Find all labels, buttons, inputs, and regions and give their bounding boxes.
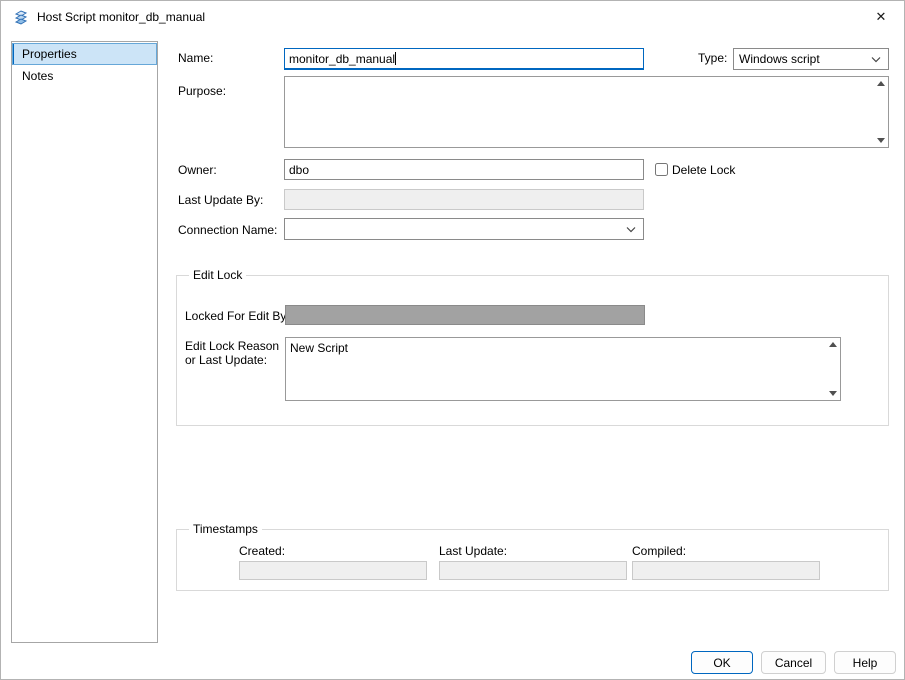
compiled-input bbox=[632, 561, 820, 580]
created-input bbox=[239, 561, 427, 580]
scroll-down-icon[interactable] bbox=[829, 391, 837, 396]
timestamps-group-title: Timestamps bbox=[189, 522, 262, 536]
connection-name-dropdown[interactable] bbox=[284, 218, 644, 240]
last-update-label: Last Update: bbox=[439, 544, 508, 558]
name-label: Name: bbox=[178, 51, 214, 65]
connection-name-label: Connection Name: bbox=[178, 223, 278, 237]
delete-lock-label: Delete Lock bbox=[672, 163, 736, 177]
locked-for-edit-by-label: Locked For Edit By: bbox=[185, 309, 290, 323]
edit-lock-reason-textarea[interactable]: New Script bbox=[285, 337, 841, 401]
app-icon bbox=[14, 10, 28, 25]
name-input[interactable]: monitor_db_manual bbox=[284, 48, 644, 70]
help-button[interactable]: Help bbox=[834, 651, 896, 674]
type-label: Type: bbox=[698, 51, 728, 65]
sidebar-item-notes[interactable]: Notes bbox=[12, 65, 157, 87]
last-update-input bbox=[439, 561, 627, 580]
delete-lock-checkbox[interactable] bbox=[655, 163, 668, 176]
edit-lock-group: Edit Lock Locked For Edit By: Edit Lock … bbox=[176, 268, 889, 426]
close-button[interactable]: ✕ bbox=[858, 1, 904, 33]
last-update-by-label: Last Update By: bbox=[178, 193, 264, 207]
ok-button[interactable]: OK bbox=[691, 651, 753, 674]
compiled-label: Compiled: bbox=[632, 544, 687, 558]
pages-list: Properties Notes bbox=[11, 41, 158, 643]
last-update-by-input bbox=[284, 189, 644, 210]
purpose-textarea[interactable] bbox=[284, 76, 889, 148]
type-dropdown[interactable]: Windows script bbox=[733, 48, 889, 70]
window-title: Host Script monitor_db_manual bbox=[37, 10, 206, 24]
edit-lock-reason-label: Edit Lock Reason or Last Update: bbox=[185, 339, 280, 367]
chevron-down-icon bbox=[626, 227, 636, 233]
owner-label: Owner: bbox=[178, 163, 217, 177]
chevron-down-icon bbox=[871, 57, 881, 63]
text-caret bbox=[395, 52, 397, 65]
locked-for-edit-by-input bbox=[285, 305, 645, 325]
type-value: Windows script bbox=[739, 52, 820, 66]
purpose-label: Purpose: bbox=[178, 84, 227, 98]
owner-input[interactable] bbox=[284, 159, 644, 180]
titlebar: Host Script monitor_db_manual ✕ bbox=[1, 1, 904, 33]
scroll-up-icon[interactable] bbox=[829, 342, 837, 347]
sidebar-item-properties[interactable]: Properties bbox=[12, 43, 157, 65]
edit-lock-reason-value: New Script bbox=[290, 341, 349, 355]
scroll-up-icon[interactable] bbox=[877, 81, 885, 86]
host-script-dialog: Host Script monitor_db_manual ✕ Properti… bbox=[0, 0, 905, 680]
created-label: Created: bbox=[239, 544, 286, 558]
timestamps-group: Timestamps Created: Last Update: Compile… bbox=[176, 522, 889, 591]
cancel-button[interactable]: Cancel bbox=[761, 651, 826, 674]
scroll-down-icon[interactable] bbox=[877, 138, 885, 143]
name-value: monitor_db_manual bbox=[289, 52, 396, 66]
edit-lock-group-title: Edit Lock bbox=[189, 268, 247, 282]
